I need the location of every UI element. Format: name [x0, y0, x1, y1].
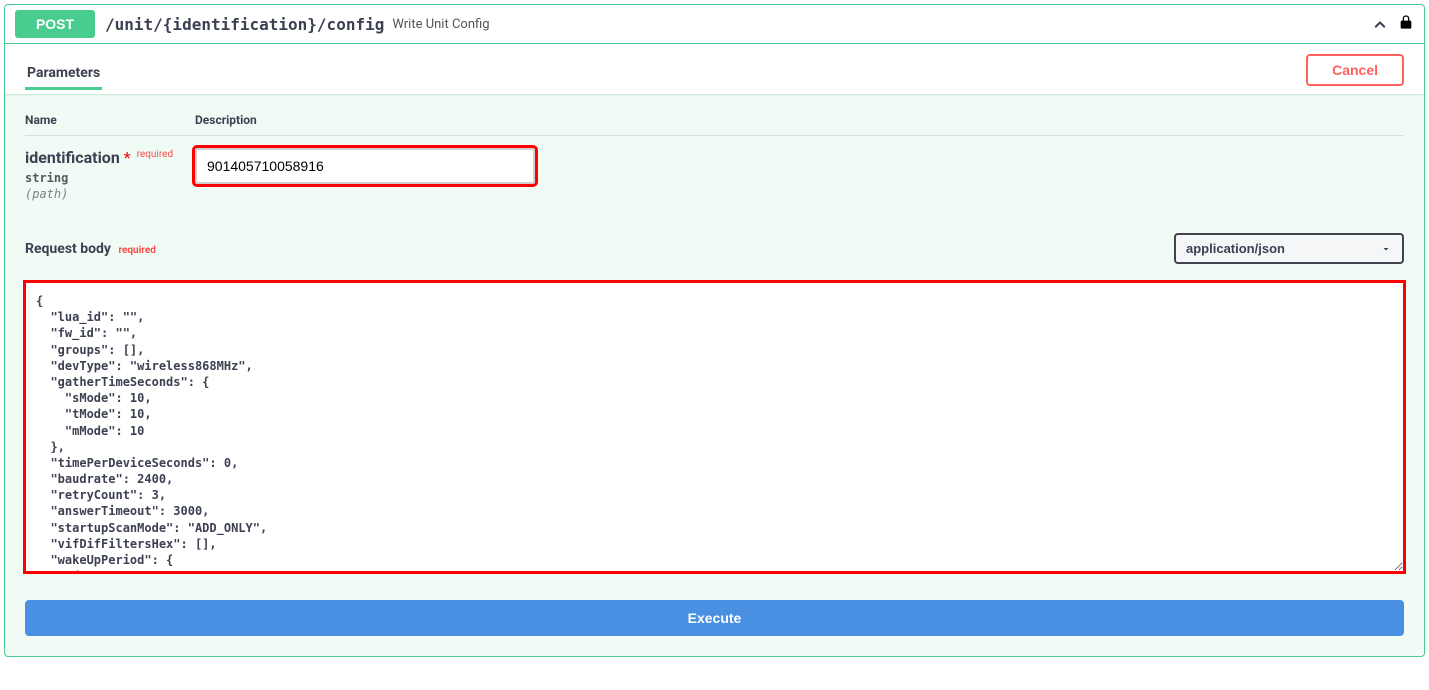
tab-parameters[interactable]: Parameters: [25, 59, 102, 90]
operation-description: Write Unit Config: [392, 17, 1370, 32]
table-header-row: Name Description: [25, 113, 1404, 136]
parameter-name: identification: [25, 148, 120, 167]
parameter-in: (path): [25, 187, 195, 201]
request-body-title: Request body required: [25, 241, 156, 257]
request-body-label: Request body: [25, 241, 111, 257]
operation-block: POST /unit/{identification}/config Write…: [4, 4, 1425, 657]
request-body-required: required: [118, 245, 155, 256]
execute-button[interactable]: Execute: [25, 600, 1404, 636]
parameter-type: string: [25, 171, 195, 185]
parameters-header: Parameters Cancel: [5, 44, 1424, 95]
parameter-row-identification: identification * required string (path): [25, 136, 1404, 223]
http-method-badge: POST: [15, 10, 95, 38]
required-star: *: [124, 148, 131, 167]
request-body-header: Request body required application/json: [5, 223, 1424, 272]
operation-summary[interactable]: POST /unit/{identification}/config Write…: [5, 5, 1424, 44]
chevron-up-icon[interactable]: [1370, 15, 1388, 33]
required-label: required: [137, 149, 173, 160]
parameter-meta: identification * required string (path): [25, 148, 195, 201]
parameters-table: Name Description identification * requir…: [5, 95, 1424, 223]
operation-body: Parameters Cancel Name Description ident…: [5, 44, 1424, 656]
cancel-button[interactable]: Cancel: [1306, 54, 1404, 86]
lock-icon[interactable]: [1398, 13, 1414, 36]
column-header-description: Description: [195, 113, 1404, 127]
identification-input[interactable]: [195, 148, 535, 184]
operation-path: /unit/{identification}/config: [105, 15, 384, 34]
content-type-select[interactable]: application/json: [1174, 233, 1404, 264]
column-header-name: Name: [25, 113, 195, 127]
request-body-editor[interactable]: [25, 282, 1404, 572]
